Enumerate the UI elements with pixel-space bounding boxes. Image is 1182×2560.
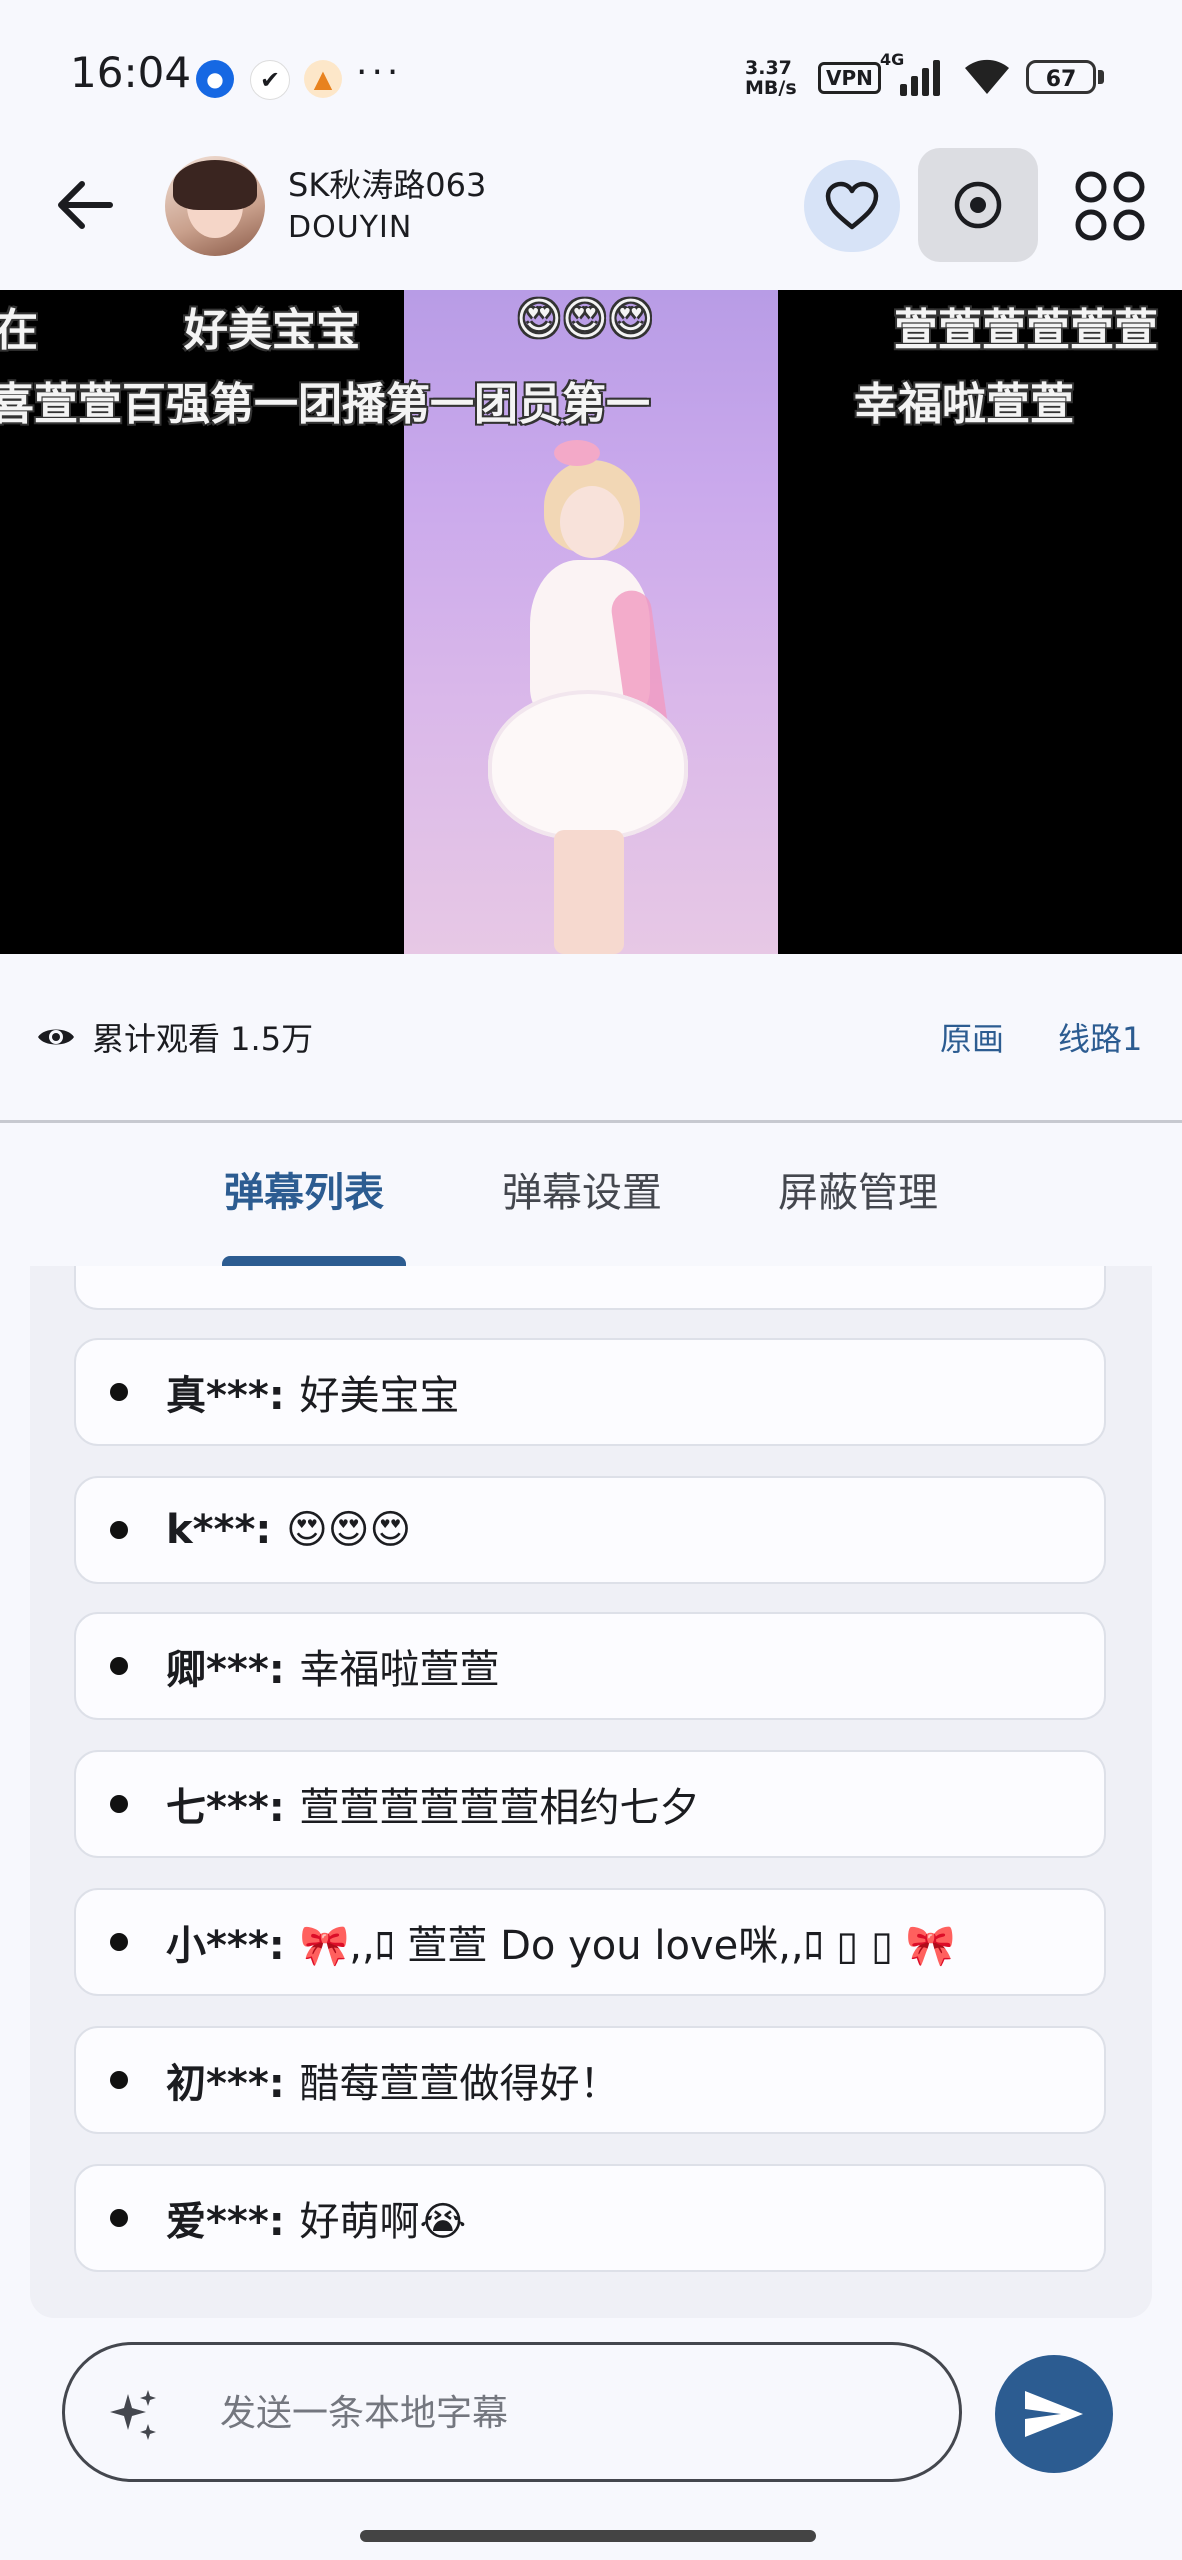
notification-app-icon: ● (196, 60, 234, 98)
list-item[interactable]: 小***: 🎀,,ﾛ 萱萱 Do you love咪,,ﾛ ▯ ▯ 🎀 (74, 1888, 1106, 1996)
bullet-icon (110, 1383, 128, 1401)
apps-grid-icon[interactable] (1072, 168, 1148, 244)
list-item[interactable]: 卿***: 幸福啦萱萱 (74, 1612, 1106, 1720)
danmaku-overlay: 幸福啦萱萱 (854, 379, 1074, 430)
danmaku-overlay: 😍😍😍 (516, 294, 654, 345)
tab-danmaku-settings[interactable]: 弹幕设置 (502, 1160, 662, 1218)
battery-icon: 67 (1026, 60, 1096, 94)
record-icon (954, 181, 1002, 229)
view-count-label: 累计观看 1.5万 (92, 1020, 314, 1058)
video-player[interactable]: 在 好美宝宝 😍😍😍 萱萱萱萱萱萱 喜萱萱百强第一团播第一团员第一 幸福啦萱萱 (0, 290, 1182, 954)
bullet-icon (110, 1795, 128, 1813)
video-figure-legs (554, 830, 624, 954)
line-selector[interactable]: 线路1 (1058, 1014, 1142, 1060)
danmaku-user: 初***: (166, 2061, 285, 2107)
bullet-icon (110, 1521, 128, 1539)
video-figure-skirt (488, 690, 688, 840)
speed-value: 3.37 (745, 57, 792, 79)
video-figure-face (560, 486, 624, 558)
eye-icon (38, 1029, 74, 1045)
follow-button[interactable] (804, 160, 900, 252)
list-item[interactable]: 真***: 好美宝宝 (74, 1338, 1106, 1446)
danmaku-user: 爱***: (166, 2199, 285, 2245)
battery-tip (1098, 70, 1104, 84)
danmaku-user: 七***: (166, 1785, 285, 1831)
more-notifications-icon: ··· (356, 52, 403, 93)
danmaku-text: 幸福啦萱萱 (299, 1647, 500, 1693)
video-figure-bow (554, 440, 600, 466)
list-item[interactable]: 初***: 醋莓萱萱做得好！ (74, 2026, 1106, 2134)
danmaku-text: 🎀,,ﾛ 萱萱 Do you love咪,,ﾛ ▯ ▯ 🎀 (299, 1923, 956, 1969)
danmaku-text: 好萌啊😭 (299, 2199, 467, 2245)
danmaku-overlay: 好美宝宝 (184, 305, 360, 356)
streamer-avatar[interactable] (165, 156, 265, 256)
sparkle-icon[interactable] (106, 2388, 160, 2442)
danmaku-overlay: 在 (0, 305, 38, 356)
danmaku-text: 醋莓萱萱做得好！ (299, 2061, 620, 2107)
list-item[interactable]: k***: 😍😍😍 (74, 1476, 1106, 1584)
network-speed: 3.37 MB/s (745, 58, 797, 98)
notification-fox-icon: ▲ (304, 60, 342, 98)
notification-check-icon: ✔ (250, 60, 290, 100)
bullet-icon (110, 1933, 128, 1951)
danmaku-input[interactable] (218, 2382, 922, 2444)
quality-selector[interactable]: 原画 (940, 1014, 1004, 1060)
speed-unit: MB/s (745, 77, 797, 99)
list-item[interactable]: 七***: 萱萱萱萱萱萱相约七夕 (74, 1750, 1106, 1858)
streamer-name: SK秋涛路063 (288, 166, 487, 204)
wifi-icon (965, 59, 1009, 94)
danmaku-text: 😍😍😍 (286, 1507, 412, 1553)
send-icon (1025, 2391, 1083, 2437)
record-button[interactable] (918, 148, 1038, 262)
bullet-icon (110, 1657, 128, 1675)
tab-danmaku-list[interactable]: 弹幕列表 (224, 1160, 384, 1218)
heart-icon (825, 181, 879, 230)
bullet-icon (110, 2209, 128, 2227)
danmaku-user: 真***: (166, 1373, 285, 1419)
divider (0, 1120, 1182, 1123)
back-arrow-icon[interactable] (50, 170, 120, 240)
view-count: 累计观看 1.5万 (36, 1014, 313, 1060)
danmaku-overlay: 萱萱萱萱萱萱 (894, 305, 1158, 356)
danmaku-user: 小***: (166, 1923, 285, 1969)
signal-icon (900, 56, 940, 96)
tab-block-management[interactable]: 屏蔽管理 (778, 1160, 938, 1218)
danmaku-list[interactable]: 真***: 好美宝宝 k***: 😍😍😍 卿***: 幸福啦萱萱 七***: 萱… (30, 1266, 1152, 2318)
list-item (74, 1266, 1106, 1310)
home-indicator[interactable] (360, 2530, 816, 2542)
tab-indicator (222, 1256, 406, 1266)
vpn-badge: VPN (818, 62, 881, 94)
status-time: 16:04 (70, 48, 192, 97)
danmaku-user: 卿***: (166, 1647, 285, 1693)
send-button[interactable] (995, 2355, 1113, 2473)
danmaku-text: 好美宝宝 (299, 1373, 460, 1419)
status-bar: 16:04 ● ✔ ▲ ··· 3.37 MB/s VPN 4G 67 (0, 0, 1182, 150)
danmaku-text: 萱萱萱萱萱萱相约七夕 (299, 1785, 700, 1831)
bullet-icon (110, 2071, 128, 2089)
danmaku-overlay: 喜萱萱百强第一团播第一团员第一 (0, 379, 650, 430)
platform-label: DOUYIN (288, 210, 413, 245)
danmaku-user: k***: (166, 1507, 272, 1553)
list-item[interactable]: 爱***: 好萌啊😭 (74, 2164, 1106, 2272)
